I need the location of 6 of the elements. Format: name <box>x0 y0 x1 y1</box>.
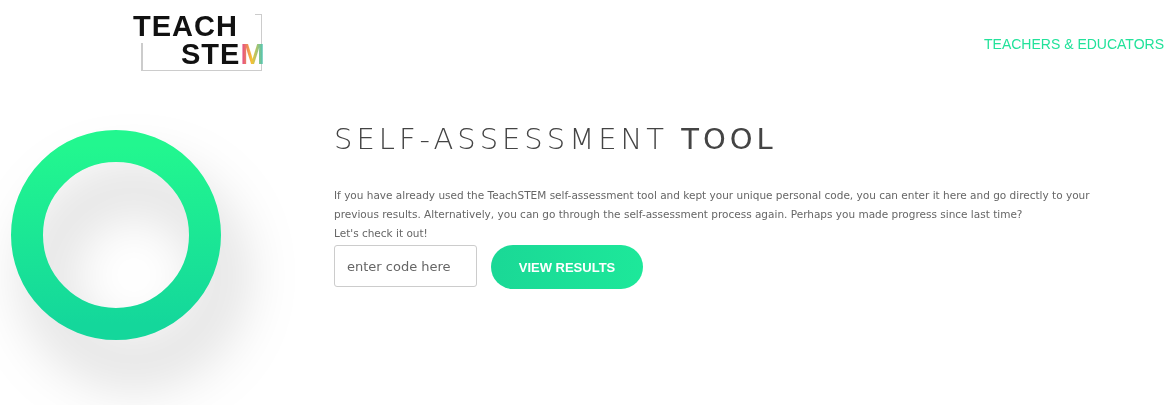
prompt-text: Let's check it out! <box>334 226 429 241</box>
nav-link[interactable]: TEACHERS & EDUCATORS <box>984 36 1164 52</box>
view-results-button[interactable]: VIEW RESULTS <box>491 245 643 289</box>
page-title: SELF-ASSESSMENT TOOL <box>334 122 778 156</box>
intro-text: If you have already used the TeachSTEM self-assessment tool and kept your unique personal code, you can enter it here and go directly to your previous results. Alternatively, you can go through the self-assessment process again. Perhaps you made progress since last time? <box>334 188 1091 222</box>
code-input-field[interactable]: enter code here <box>334 245 477 287</box>
